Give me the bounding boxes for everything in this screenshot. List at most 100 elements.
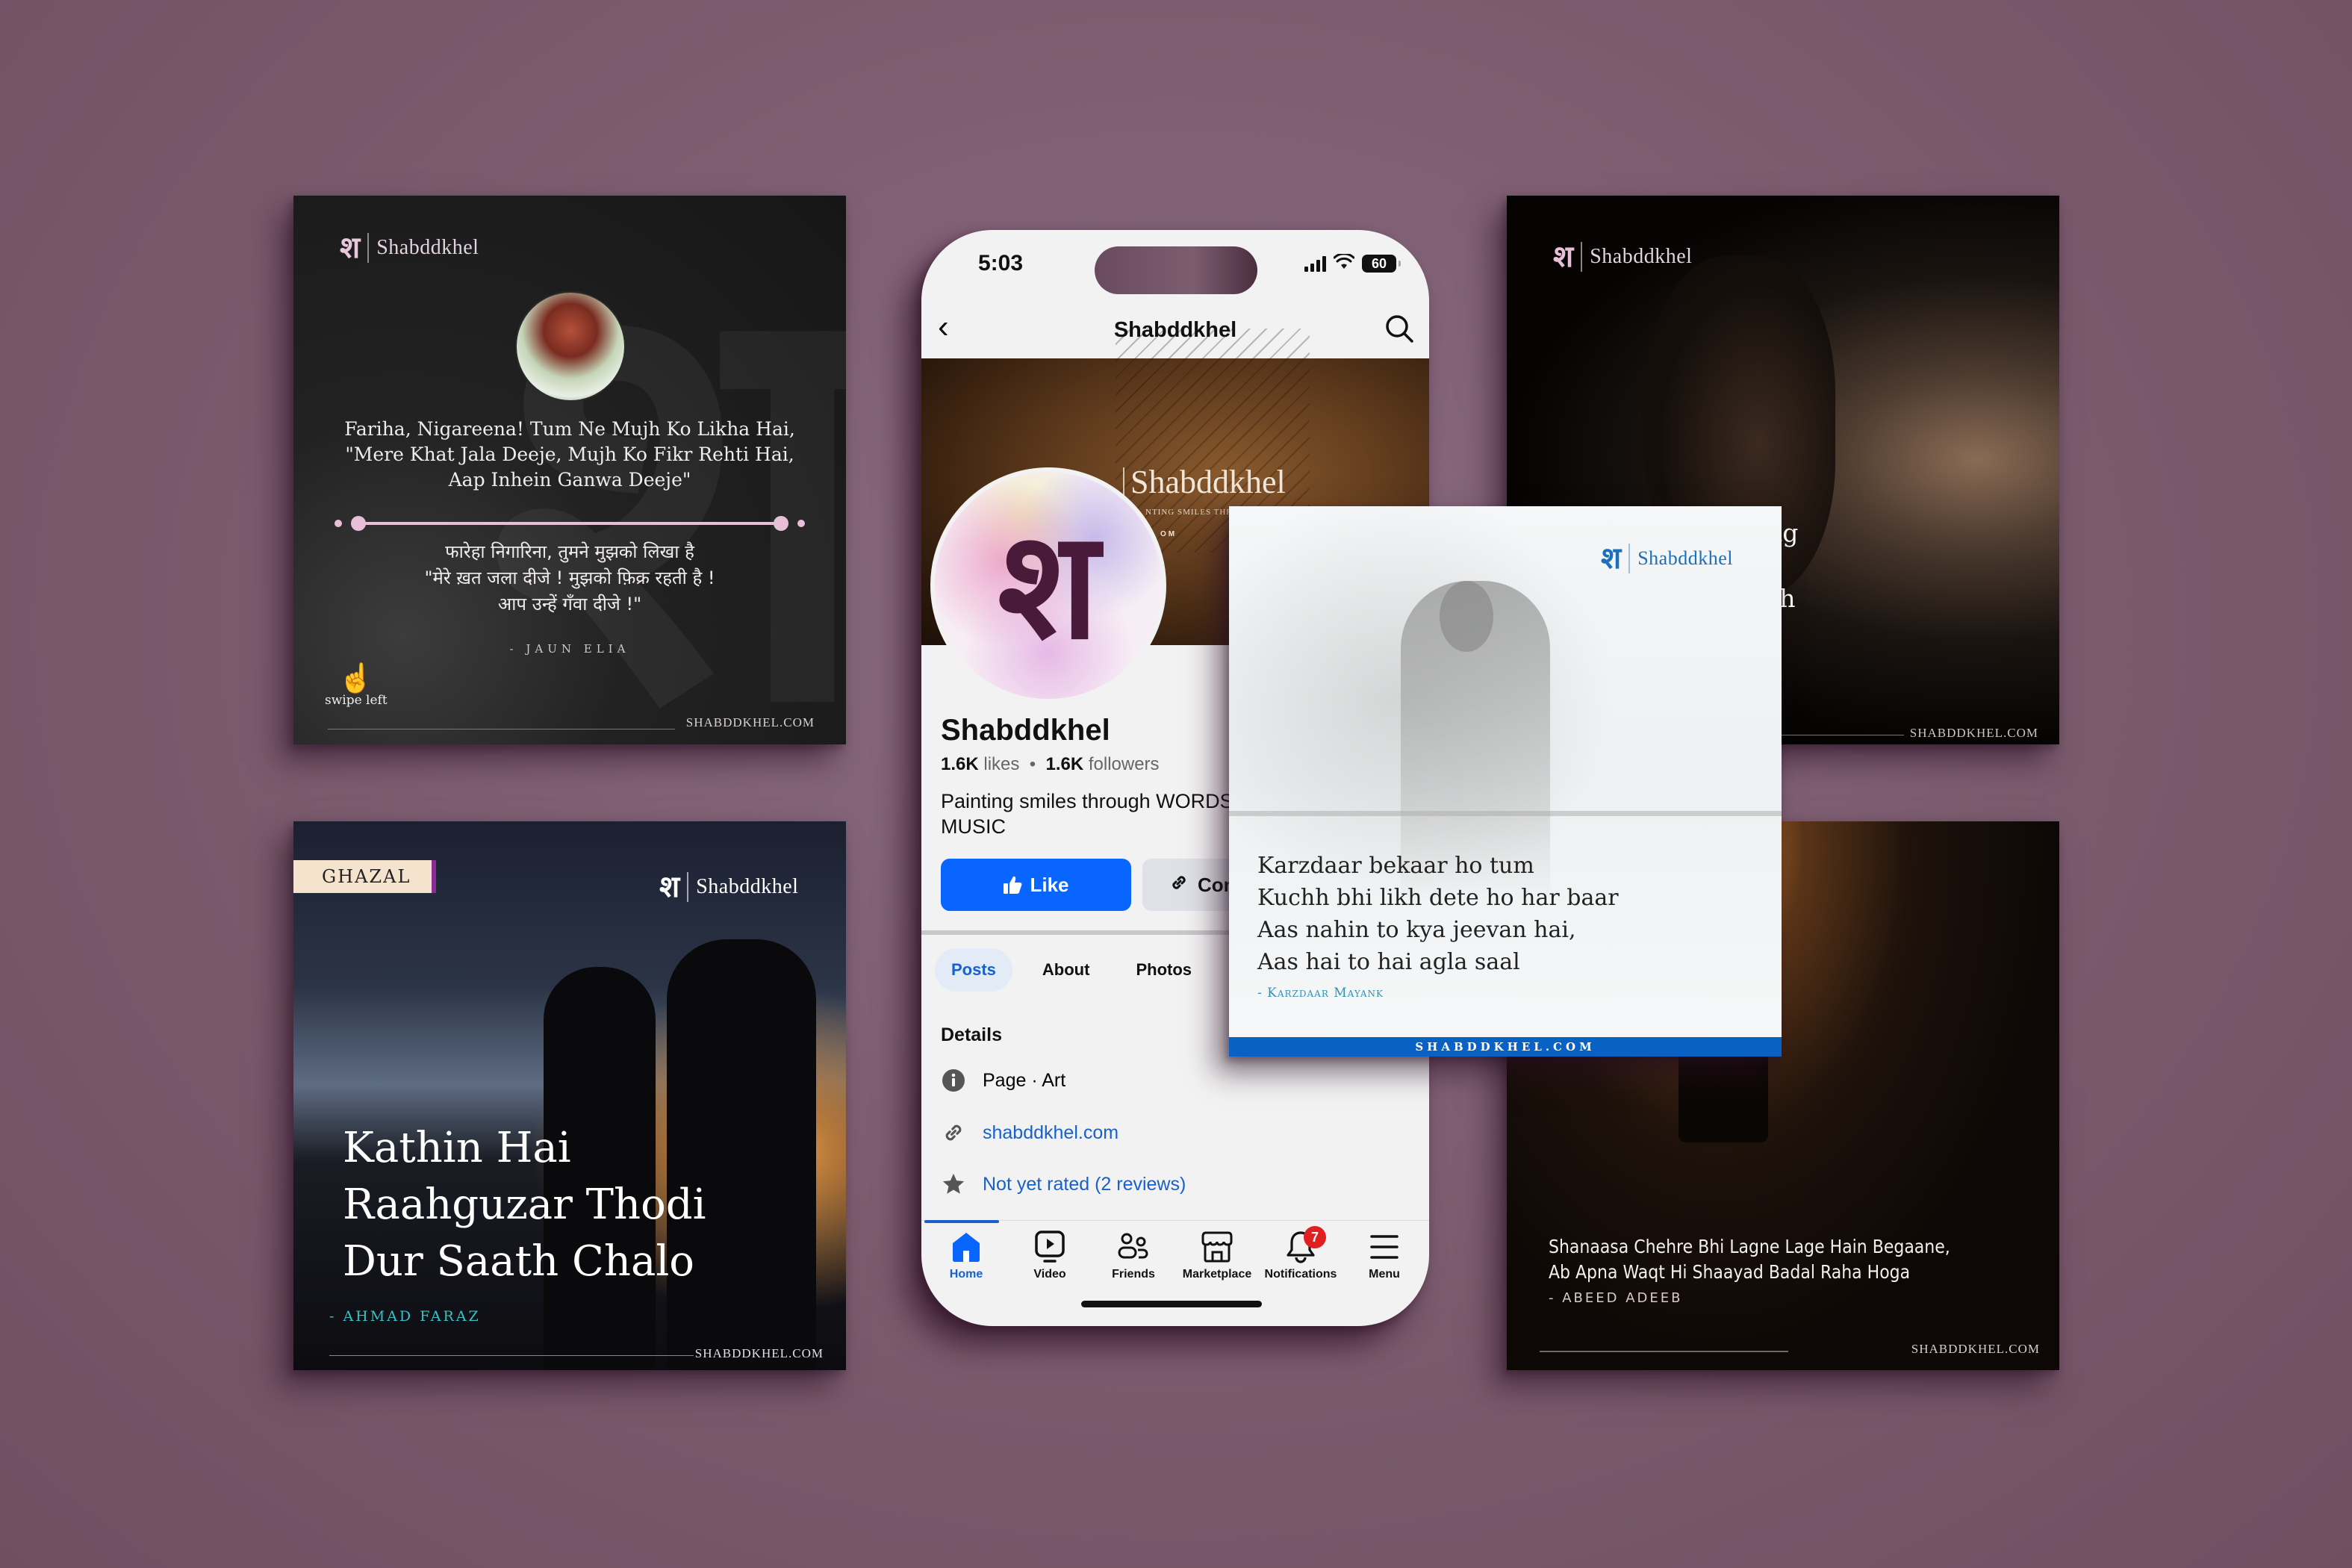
poet-avatar bbox=[515, 291, 626, 402]
notification-badge: 7 bbox=[1304, 1226, 1326, 1248]
brand-name: Shabddkhel bbox=[1590, 245, 1693, 268]
friends-icon bbox=[1117, 1231, 1150, 1263]
tab-label: Menu bbox=[1369, 1268, 1400, 1281]
tab-label: Home bbox=[949, 1268, 983, 1281]
swipe-hand-icon: ☝ bbox=[338, 663, 374, 694]
ghazal-title: Kathin Hai Raahguzar Thodi Dur Saath Cha… bbox=[343, 1120, 706, 1290]
divider-line bbox=[364, 522, 775, 525]
quote-text: Shanaasa Chehre Bhi Lagne Lage Hain Bega… bbox=[1549, 1234, 1950, 1285]
tab-notifications[interactable]: 7 Notifications bbox=[1259, 1226, 1343, 1281]
brand-glyph-icon: श bbox=[997, 497, 1099, 673]
cover-site: OM bbox=[1160, 530, 1177, 538]
quote-hindi: फारेहा निगारिना, तुमने मुझको लिखा है "मे… bbox=[293, 539, 846, 617]
detail-website[interactable]: shabddkhel.com bbox=[941, 1120, 1119, 1145]
quote-line: Aas hai to hai agla saal bbox=[1257, 949, 1520, 975]
cover-brand: Shabddkhel bbox=[1123, 463, 1286, 503]
brand-divider bbox=[1581, 242, 1583, 272]
divider-dot bbox=[351, 516, 366, 531]
tab-marketplace[interactable]: Marketplace bbox=[1175, 1231, 1259, 1281]
site-url: SHABDDKHEL.COM bbox=[694, 1346, 824, 1360]
ornamental-divider bbox=[335, 514, 805, 532]
dynamic-island bbox=[1095, 246, 1257, 294]
quote-line: "Mere Khat Jala Deeje, Mujh Ko Fikr Reht… bbox=[345, 444, 794, 465]
tab-home[interactable]: Home bbox=[924, 1231, 1008, 1281]
category-tag: GHAZAL bbox=[293, 860, 437, 893]
site-url: SHABDDKHEL.COM bbox=[685, 715, 815, 729]
page-name: Shabddkhel bbox=[941, 714, 1110, 747]
website-link[interactable]: shabddkhel.com bbox=[983, 1122, 1119, 1144]
footer-line bbox=[329, 1355, 694, 1356]
tab-photos[interactable]: Photos bbox=[1119, 948, 1208, 992]
quote-line: Fariha, Nigareena! Tum Ne Mujh Ko Likha … bbox=[344, 418, 795, 440]
home-indicator[interactable] bbox=[1081, 1301, 1262, 1307]
swipe-hint: ☝ swipe left bbox=[325, 665, 388, 708]
status-time: 5:03 bbox=[978, 251, 1024, 276]
marketplace-icon bbox=[1201, 1231, 1233, 1263]
site-footer-bar: SHABDDKHEL.COM bbox=[1229, 1037, 1782, 1057]
details-heading: Details bbox=[941, 1024, 1002, 1045]
link-icon bbox=[941, 1120, 966, 1145]
quote-english: Fariha, Nigareena! Tum Ne Mujh Ko Likha … bbox=[293, 417, 846, 493]
site-url: SHABDDKHEL.COM bbox=[1909, 726, 2038, 740]
tab-friends[interactable]: Friends bbox=[1092, 1231, 1175, 1281]
brand-glyph-icon: श bbox=[1601, 541, 1622, 576]
link-icon bbox=[1169, 873, 1189, 897]
quote-line: Ab Apna Waqt Hi Shaayad Badal Raha Hoga bbox=[1549, 1261, 1911, 1283]
brand-logo: श Shabddkhel bbox=[340, 233, 479, 263]
quote-line: Aap Inhein Ganwa Deeje" bbox=[448, 469, 691, 491]
home-icon bbox=[950, 1231, 983, 1263]
page-bio: Painting smiles through WORDS MUSIC bbox=[941, 790, 1233, 838]
active-tab-indicator bbox=[924, 1220, 999, 1223]
quote-line: आप उन्हें गँवा दीजे !" bbox=[497, 594, 642, 615]
post-card-jaun-elia: श श Shabddkhel Fariha, Nigareena! Tum Ne… bbox=[293, 196, 846, 744]
signal-icon bbox=[1304, 255, 1326, 272]
poet-name: - AHMAD FARAZ bbox=[329, 1308, 481, 1325]
title-line: Raahguzar Thodi bbox=[343, 1180, 706, 1229]
swipe-label: swipe left bbox=[325, 693, 388, 708]
post-card-karzdaar: श Shabddkhel Karzdaar bekaar ho tum Kuch… bbox=[1229, 506, 1782, 1057]
brand-divider bbox=[1628, 544, 1631, 573]
divider-dot bbox=[335, 520, 342, 527]
quote-line: फारेहा निगारिना, तुमने मुझको लिखा है bbox=[445, 541, 694, 562]
person-head bbox=[1440, 581, 1493, 652]
site-url: SHABDDKHEL.COM bbox=[1911, 1342, 2040, 1356]
tab-menu[interactable]: Menu bbox=[1343, 1231, 1426, 1281]
like-button[interactable]: Like bbox=[941, 859, 1131, 911]
brand-glyph-icon: श bbox=[340, 230, 361, 265]
brand-name: Shabddkhel bbox=[1637, 547, 1733, 569]
detail-rating[interactable]: Not yet rated (2 reviews) bbox=[941, 1172, 1186, 1197]
page-stats: 1.6K likes • 1.6K followers bbox=[941, 754, 1160, 774]
tab-label: Video bbox=[1033, 1268, 1066, 1281]
tab-posts[interactable]: Posts bbox=[935, 948, 1012, 992]
brand-logo: श Shabddkhel bbox=[1553, 242, 1692, 272]
brand-logo: श Shabddkhel bbox=[1601, 544, 1733, 573]
followers-label: followers bbox=[1088, 754, 1160, 774]
tab-label: Notifications bbox=[1264, 1268, 1337, 1281]
poet-name: - ABEED ADEEB bbox=[1549, 1290, 1683, 1306]
brand-glyph-icon: श bbox=[1553, 239, 1574, 274]
profile-picture[interactable]: श bbox=[930, 467, 1166, 703]
tab-label: Friends bbox=[1112, 1268, 1155, 1281]
search-icon[interactable] bbox=[1384, 314, 1414, 343]
bottom-tab-bar: Home Video Friends Marketplace 7 Notific… bbox=[924, 1226, 1426, 1281]
tab-video[interactable]: Video bbox=[1008, 1231, 1092, 1281]
divider-dot bbox=[774, 516, 788, 531]
title-line: Dur Saath Chalo bbox=[343, 1237, 694, 1286]
detail-category: Page · Art bbox=[941, 1068, 1065, 1093]
quote-line: Shanaasa Chehre Bhi Lagne Lage Hain Bega… bbox=[1549, 1236, 1950, 1257]
tab-about[interactable]: About bbox=[1026, 948, 1107, 992]
quote-line: Kuchh bhi likh dete ho har baar bbox=[1257, 885, 1619, 911]
quote-line: Aas nahin to kya jeevan hai, bbox=[1257, 917, 1576, 943]
divider-dot bbox=[797, 520, 805, 527]
poet-name: - Karzdaar Mayank bbox=[1257, 986, 1384, 1001]
quote-line: Karzdaar bekaar ho tum bbox=[1257, 853, 1534, 879]
video-icon bbox=[1033, 1231, 1066, 1263]
followers-count: 1.6K bbox=[1045, 754, 1084, 774]
star-icon bbox=[941, 1172, 966, 1197]
battery-icon: 60 bbox=[1362, 255, 1401, 273]
rating-link[interactable]: Not yet rated (2 reviews) bbox=[983, 1174, 1186, 1195]
brand-logo: श Shabddkhel bbox=[659, 872, 798, 902]
quote-line: "मेरे ख़त जला दीजे ! मुझको फ़िक्र रहती ह… bbox=[424, 567, 715, 588]
brand-divider bbox=[367, 233, 370, 263]
poet-name: - JAUN ELIA bbox=[509, 642, 630, 656]
